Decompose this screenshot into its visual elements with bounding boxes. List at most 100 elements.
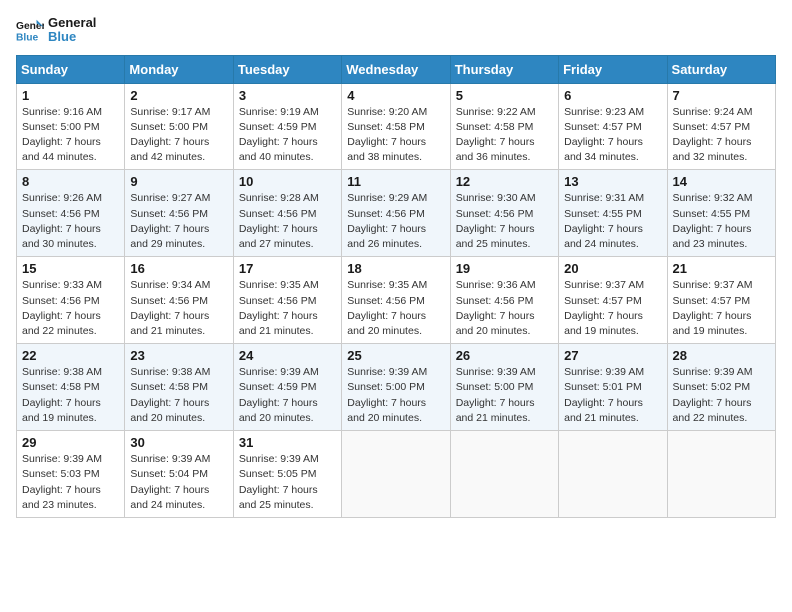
- day-info: Sunrise: 9:35 AMSunset: 4:56 PMDaylight:…: [347, 278, 444, 339]
- calendar-day-15: 15 Sunrise: 9:33 AMSunset: 4:56 PMDayligh…: [17, 257, 125, 344]
- day-info: Sunrise: 9:19 AMSunset: 4:59 PMDaylight:…: [239, 105, 336, 166]
- weekday-header-wednesday: Wednesday: [342, 55, 450, 83]
- day-number: 25: [347, 348, 444, 363]
- calendar-day-22: 22 Sunrise: 9:38 AMSunset: 4:58 PMDayligh…: [17, 344, 125, 431]
- day-info: Sunrise: 9:27 AMSunset: 4:56 PMDaylight:…: [130, 191, 227, 252]
- day-number: 30: [130, 435, 227, 450]
- day-info: Sunrise: 9:37 AMSunset: 4:57 PMDaylight:…: [564, 278, 661, 339]
- day-number: 21: [673, 261, 770, 276]
- day-info: Sunrise: 9:38 AMSunset: 4:58 PMDaylight:…: [22, 365, 119, 426]
- calendar-header-row: SundayMondayTuesdayWednesdayThursdayFrid…: [17, 55, 776, 83]
- day-number: 29: [22, 435, 119, 450]
- day-info: Sunrise: 9:36 AMSunset: 4:56 PMDaylight:…: [456, 278, 553, 339]
- day-info: Sunrise: 9:39 AMSunset: 4:59 PMDaylight:…: [239, 365, 336, 426]
- weekday-header-monday: Monday: [125, 55, 233, 83]
- calendar-table: SundayMondayTuesdayWednesdayThursdayFrid…: [16, 55, 776, 518]
- weekday-header-tuesday: Tuesday: [233, 55, 341, 83]
- day-number: 22: [22, 348, 119, 363]
- day-number: 28: [673, 348, 770, 363]
- calendar-day-27: 27 Sunrise: 9:39 AMSunset: 5:01 PMDayligh…: [559, 344, 667, 431]
- day-info: Sunrise: 9:35 AMSunset: 4:56 PMDaylight:…: [239, 278, 336, 339]
- day-number: 5: [456, 88, 553, 103]
- day-number: 12: [456, 174, 553, 189]
- day-info: Sunrise: 9:39 AMSunset: 5:03 PMDaylight:…: [22, 452, 119, 513]
- day-number: 2: [130, 88, 227, 103]
- day-number: 19: [456, 261, 553, 276]
- day-number: 10: [239, 174, 336, 189]
- day-number: 11: [347, 174, 444, 189]
- calendar-day-9: 9 Sunrise: 9:27 AMSunset: 4:56 PMDaylight…: [125, 170, 233, 257]
- calendar-week-3: 15 Sunrise: 9:33 AMSunset: 4:56 PMDayligh…: [17, 257, 776, 344]
- day-info: Sunrise: 9:33 AMSunset: 4:56 PMDaylight:…: [22, 278, 119, 339]
- day-number: 14: [673, 174, 770, 189]
- day-number: 24: [239, 348, 336, 363]
- weekday-header-sunday: Sunday: [17, 55, 125, 83]
- calendar-body: 1Sunrise: 9:16 AMSunset: 5:00 PMDaylight…: [17, 83, 776, 517]
- calendar-week-5: 29 Sunrise: 9:39 AMSunset: 5:03 PMDayligh…: [17, 431, 776, 518]
- calendar-day-25: 25 Sunrise: 9:39 AMSunset: 5:00 PMDayligh…: [342, 344, 450, 431]
- day-info: Sunrise: 9:16 AMSunset: 5:00 PMDaylight:…: [22, 105, 119, 166]
- day-info: Sunrise: 9:39 AMSunset: 5:00 PMDaylight:…: [456, 365, 553, 426]
- day-info: Sunrise: 9:39 AMSunset: 5:04 PMDaylight:…: [130, 452, 227, 513]
- calendar-day-11: 11 Sunrise: 9:29 AMSunset: 4:56 PMDayligh…: [342, 170, 450, 257]
- calendar-day-26: 26 Sunrise: 9:39 AMSunset: 5:00 PMDayligh…: [450, 344, 558, 431]
- calendar-day-13: 13 Sunrise: 9:31 AMSunset: 4:55 PMDayligh…: [559, 170, 667, 257]
- day-number: 13: [564, 174, 661, 189]
- day-number: 20: [564, 261, 661, 276]
- day-info: Sunrise: 9:20 AMSunset: 4:58 PMDaylight:…: [347, 105, 444, 166]
- calendar-day-1: 1Sunrise: 9:16 AMSunset: 5:00 PMDaylight…: [17, 83, 125, 170]
- day-info: Sunrise: 9:39 AMSunset: 5:00 PMDaylight:…: [347, 365, 444, 426]
- calendar-day-6: 6Sunrise: 9:23 AMSunset: 4:57 PMDaylight…: [559, 83, 667, 170]
- day-number: 26: [456, 348, 553, 363]
- day-info: Sunrise: 9:17 AMSunset: 5:00 PMDaylight:…: [130, 105, 227, 166]
- calendar-day-3: 3Sunrise: 9:19 AMSunset: 4:59 PMDaylight…: [233, 83, 341, 170]
- calendar-day-29: 29 Sunrise: 9:39 AMSunset: 5:03 PMDayligh…: [17, 431, 125, 518]
- day-number: 8: [22, 174, 119, 189]
- calendar-day-10: 10 Sunrise: 9:28 AMSunset: 4:56 PMDayligh…: [233, 170, 341, 257]
- calendar-day-18: 18Sunrise: 9:35 AMSunset: 4:56 PMDayligh…: [342, 257, 450, 344]
- day-number: 17: [239, 261, 336, 276]
- calendar-day-8: 8 Sunrise: 9:26 AMSunset: 4:56 PMDaylight…: [17, 170, 125, 257]
- calendar-week-1: 1Sunrise: 9:16 AMSunset: 5:00 PMDaylight…: [17, 83, 776, 170]
- weekday-header-thursday: Thursday: [450, 55, 558, 83]
- day-info: Sunrise: 9:26 AMSunset: 4:56 PMDaylight:…: [22, 191, 119, 252]
- calendar-day-28: 28 Sunrise: 9:39 AMSunset: 5:02 PMDayligh…: [667, 344, 775, 431]
- day-info: Sunrise: 9:39 AMSunset: 5:01 PMDaylight:…: [564, 365, 661, 426]
- calendar-day-24: 24 Sunrise: 9:39 AMSunset: 4:59 PMDayligh…: [233, 344, 341, 431]
- day-info: Sunrise: 9:31 AMSunset: 4:55 PMDaylight:…: [564, 191, 661, 252]
- calendar-day-20: 20 Sunrise: 9:37 AMSunset: 4:57 PMDayligh…: [559, 257, 667, 344]
- day-info: Sunrise: 9:39 AMSunset: 5:02 PMDaylight:…: [673, 365, 770, 426]
- weekday-header-friday: Friday: [559, 55, 667, 83]
- calendar-week-2: 8 Sunrise: 9:26 AMSunset: 4:56 PMDaylight…: [17, 170, 776, 257]
- day-number: 27: [564, 348, 661, 363]
- empty-cell: [450, 431, 558, 518]
- calendar-day-14: 14Sunrise: 9:32 AMSunset: 4:55 PMDayligh…: [667, 170, 775, 257]
- day-number: 31: [239, 435, 336, 450]
- day-number: 15: [22, 261, 119, 276]
- calendar-day-5: 5Sunrise: 9:22 AMSunset: 4:58 PMDaylight…: [450, 83, 558, 170]
- calendar-day-16: 16Sunrise: 9:34 AMSunset: 4:56 PMDayligh…: [125, 257, 233, 344]
- day-number: 9: [130, 174, 227, 189]
- calendar-day-17: 17 Sunrise: 9:35 AMSunset: 4:56 PMDayligh…: [233, 257, 341, 344]
- day-number: 4: [347, 88, 444, 103]
- day-info: Sunrise: 9:28 AMSunset: 4:56 PMDaylight:…: [239, 191, 336, 252]
- day-info: Sunrise: 9:34 AMSunset: 4:56 PMDaylight:…: [130, 278, 227, 339]
- logo: General Blue General Blue: [16, 16, 96, 45]
- calendar-day-30: 30 Sunrise: 9:39 AMSunset: 5:04 PMDayligh…: [125, 431, 233, 518]
- day-info: Sunrise: 9:37 AMSunset: 4:57 PMDaylight:…: [673, 278, 770, 339]
- empty-cell: [342, 431, 450, 518]
- calendar-day-2: 2 Sunrise: 9:17 AMSunset: 5:00 PMDaylight…: [125, 83, 233, 170]
- day-info: Sunrise: 9:29 AMSunset: 4:56 PMDaylight:…: [347, 191, 444, 252]
- day-info: Sunrise: 9:30 AMSunset: 4:56 PMDaylight:…: [456, 191, 553, 252]
- weekday-header-saturday: Saturday: [667, 55, 775, 83]
- calendar-day-23: 23Sunrise: 9:38 AMSunset: 4:58 PMDayligh…: [125, 344, 233, 431]
- calendar-day-19: 19 Sunrise: 9:36 AMSunset: 4:56 PMDayligh…: [450, 257, 558, 344]
- svg-text:Blue: Blue: [16, 33, 39, 44]
- day-info: Sunrise: 9:24 AMSunset: 4:57 PMDaylight:…: [673, 105, 770, 166]
- logo-blue: Blue: [48, 30, 96, 44]
- calendar-week-4: 22 Sunrise: 9:38 AMSunset: 4:58 PMDayligh…: [17, 344, 776, 431]
- calendar-day-31: 31Sunrise: 9:39 AMSunset: 5:05 PMDayligh…: [233, 431, 341, 518]
- day-number: 23: [130, 348, 227, 363]
- calendar-day-4: 4 Sunrise: 9:20 AMSunset: 4:58 PMDaylight…: [342, 83, 450, 170]
- page-header: General Blue General Blue: [16, 16, 776, 45]
